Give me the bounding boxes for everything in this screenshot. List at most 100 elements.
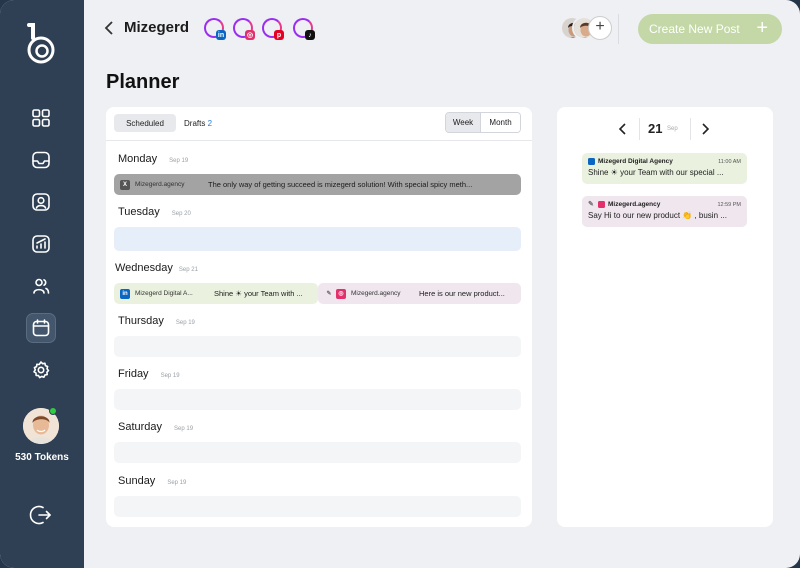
x-icon: X bbox=[120, 179, 130, 190]
users-icon bbox=[33, 278, 50, 294]
day-name: Monday bbox=[118, 153, 158, 165]
day-detail-card: 21 Sep Mizegerd Digital Agency 11:00 AM … bbox=[557, 107, 773, 527]
event-account: Mizegerd.agency bbox=[608, 201, 661, 208]
instagram-account-button[interactable]: ◎ bbox=[233, 18, 255, 40]
tiktok-icon: ♪ bbox=[305, 30, 315, 40]
post-text: The only way of getting succeed is mizeg… bbox=[208, 180, 473, 189]
add-member-button[interactable]: + bbox=[588, 16, 612, 40]
divider bbox=[690, 118, 691, 140]
team-nav-button[interactable] bbox=[26, 271, 56, 301]
event-text: Shine ☀ your Team with our special ... bbox=[588, 168, 724, 177]
empty-slot-thursday[interactable] bbox=[114, 336, 521, 357]
event-text: Say Hi to our new product 👏 , busin ... bbox=[588, 211, 727, 220]
online-status-dot bbox=[49, 407, 57, 415]
dashboard-nav-button[interactable] bbox=[26, 103, 56, 133]
post-account: Mizegerd Digital A... bbox=[135, 290, 193, 297]
divider bbox=[106, 140, 532, 141]
prev-day-button[interactable] bbox=[617, 122, 629, 136]
linkedin-icon bbox=[588, 158, 595, 165]
day-name: Sunday bbox=[118, 475, 156, 487]
linkedin-account-button[interactable]: in bbox=[204, 18, 226, 40]
day-date: Sep 19 bbox=[174, 426, 194, 432]
header-divider bbox=[618, 14, 619, 44]
planner-card: Scheduled Drafts 2 Week Month Monday Sep … bbox=[106, 107, 532, 527]
tab-scheduled[interactable]: Scheduled bbox=[114, 114, 176, 132]
grid-icon bbox=[32, 109, 50, 127]
event-time: 11:00 AM bbox=[718, 158, 741, 165]
page-title: Planner bbox=[106, 71, 180, 93]
day-label-wednesday: Wednesday Sep 21 bbox=[115, 262, 198, 274]
event-time: 12:59 PM bbox=[717, 201, 741, 208]
logout-icon bbox=[29, 505, 51, 525]
team-members[interactable]: + bbox=[560, 16, 612, 42]
create-new-post-button[interactable]: Create New Post + bbox=[638, 14, 782, 44]
tab-drafts[interactable]: Drafts 2 bbox=[184, 119, 212, 128]
chart-icon bbox=[32, 235, 50, 253]
post-account: Mizegerd.agency bbox=[135, 181, 185, 188]
day-date: Sep 19 bbox=[160, 373, 180, 379]
app-logo[interactable] bbox=[24, 22, 58, 66]
user-avatar[interactable] bbox=[23, 407, 59, 444]
logout-button[interactable] bbox=[29, 503, 55, 529]
view-toggle: Week Month bbox=[445, 112, 521, 133]
divider bbox=[639, 118, 640, 140]
create-post-label: Create New Post bbox=[649, 22, 740, 36]
inbox-icon bbox=[32, 151, 50, 169]
tab-drafts-label: Drafts bbox=[184, 119, 206, 128]
profile-nav-button[interactable] bbox=[26, 187, 56, 217]
event-card[interactable]: ✎ Mizegerd.agency 12:59 PM Say Hi to our… bbox=[582, 196, 747, 227]
chevron-left-icon bbox=[104, 21, 113, 35]
instagram-icon: ◎ bbox=[245, 30, 255, 40]
day-label-thursday: Thursday Sep 19 bbox=[118, 315, 195, 327]
month-view-button[interactable]: Month bbox=[481, 113, 520, 132]
tiktok-account-button[interactable]: ♪ bbox=[293, 18, 315, 40]
day-date: Sep 19 bbox=[169, 158, 189, 164]
plus-icon: + bbox=[756, 17, 768, 39]
instagram-icon: ◎ bbox=[336, 288, 346, 299]
day-label-tuesday: Tuesday Sep 20 bbox=[118, 206, 191, 218]
settings-nav-button[interactable] bbox=[26, 355, 56, 385]
chevron-right-icon bbox=[702, 123, 710, 135]
event-header: Mizegerd Digital Agency 11:00 AM bbox=[588, 158, 741, 165]
empty-slot-sunday[interactable] bbox=[114, 496, 521, 517]
week-view-button[interactable]: Week bbox=[446, 113, 482, 132]
analytics-nav-button[interactable] bbox=[26, 229, 56, 259]
inbox-nav-button[interactable] bbox=[26, 145, 56, 175]
sidebar: 530 Tokens bbox=[0, 0, 84, 568]
day-date: Sep 21 bbox=[178, 267, 198, 273]
drafts-count: 2 bbox=[207, 119, 213, 128]
scheduled-post-monday[interactable]: X Mizegerd.agency The only way of gettin… bbox=[114, 174, 521, 195]
empty-slot-friday[interactable] bbox=[114, 389, 521, 410]
event-header: ✎ Mizegerd.agency 12:59 PM bbox=[588, 201, 741, 208]
post-text: Here is our new product... bbox=[419, 289, 505, 298]
chevron-left-icon bbox=[618, 123, 626, 135]
day-name: Saturday bbox=[118, 421, 163, 433]
gear-icon bbox=[33, 361, 50, 379]
day-name: Thursday bbox=[118, 315, 164, 327]
pinterest-account-button[interactable]: p bbox=[262, 18, 284, 40]
empty-slot-tuesday[interactable] bbox=[114, 227, 521, 251]
user-square-icon bbox=[32, 193, 50, 211]
magic-wand-icon: ✎ bbox=[588, 201, 594, 208]
day-label-monday: Monday Sep 19 bbox=[118, 153, 188, 165]
day-name: Tuesday bbox=[118, 206, 160, 218]
day-name: Friday bbox=[118, 368, 149, 380]
day-label-friday: Friday Sep 19 bbox=[118, 368, 180, 380]
post-account: Mizegerd.agency bbox=[351, 290, 401, 297]
back-button[interactable] bbox=[102, 20, 116, 36]
scheduled-post-wednesday-instagram[interactable]: ✎ ◎ Mizegerd.agency Here is our new prod… bbox=[318, 283, 521, 304]
event-card[interactable]: Mizegerd Digital Agency 11:00 AM Shine ☀… bbox=[582, 153, 747, 184]
calendar-icon bbox=[32, 319, 50, 337]
next-day-button[interactable] bbox=[699, 122, 711, 136]
planner-nav-button[interactable] bbox=[26, 313, 56, 343]
day-date: Sep 20 bbox=[171, 211, 191, 217]
scheduled-post-wednesday-linkedin[interactable]: in Mizegerd Digital A... Shine ☀ your Te… bbox=[114, 283, 318, 304]
day-label-saturday: Saturday Sep 19 bbox=[118, 421, 193, 433]
day-name: Wednesday bbox=[115, 262, 173, 274]
magic-wand-icon: ✎ bbox=[326, 291, 332, 297]
empty-slot-saturday[interactable] bbox=[114, 442, 521, 463]
linkedin-icon: in bbox=[120, 288, 130, 299]
event-account: Mizegerd Digital Agency bbox=[598, 158, 673, 165]
account-name: Mizegerd bbox=[124, 19, 190, 36]
selected-day: 21 bbox=[648, 121, 663, 136]
